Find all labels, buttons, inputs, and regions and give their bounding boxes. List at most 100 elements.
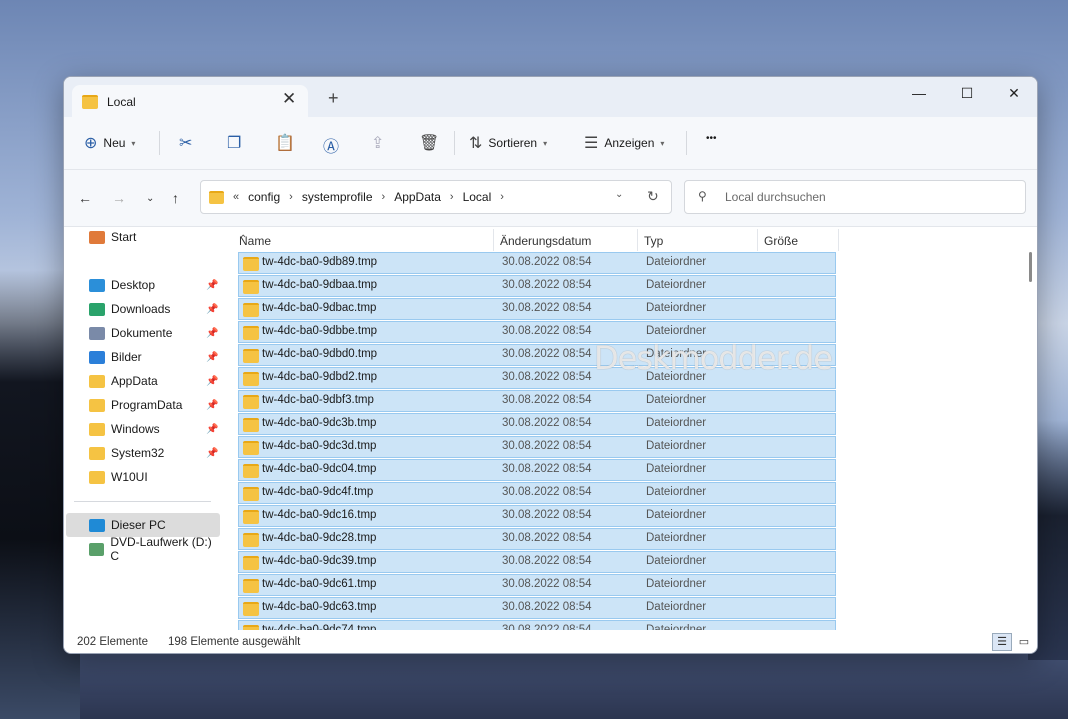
overflow-icon[interactable]: « [233,191,239,203]
file-name: tw-4dc-ba0-9dc04.tmp [262,463,377,475]
recent-chevron-icon[interactable]: ⌄ [146,193,154,204]
column-header-size[interactable]: Größe [758,229,839,251]
watermark: Deskmodder.de [594,339,833,377]
divider [159,131,160,155]
sidebar-item-dvd-drive[interactable]: DVD-Laufwerk (D:) C [89,535,219,563]
folder-icon [243,602,259,616]
up-arrow-icon[interactable]: ↑ [172,190,179,206]
file-type: Dateiordner [646,578,707,590]
column-label: Typ [644,234,664,248]
table-row[interactable]: tw-4dc-ba0-9dbf3.tmp 30.08.2022 08:54 Date… [238,390,836,412]
table-row[interactable]: tw-4dc-ba0-9dbac.tmp 30.08.2022 08:54 Date… [238,298,836,320]
rename-button[interactable]: Ⓐ [323,133,339,157]
sidebar-item-desktop[interactable]: Desktop 📌 [89,275,219,295]
folder-icon [243,280,259,294]
table-row[interactable]: tw-4dc-ba0-9db89.tmp 30.08.2022 08:54 Date… [238,252,836,274]
column-header-date[interactable]: Änderungsdatum [494,229,638,251]
file-type: Dateiordner [646,532,707,544]
address-bar[interactable]: « config › systemprofile › AppData › Loc… [200,180,672,214]
sidebar-item-windows[interactable]: Windows 📌 [89,419,219,439]
tab-local[interactable]: Local ✕ [72,85,308,119]
new-tab-button[interactable]: + [328,89,339,107]
file-name: tw-4dc-ba0-9dbac.tmp [262,302,377,314]
file-name: tw-4dc-ba0-9dc39.tmp [262,555,377,567]
forward-arrow-icon[interactable]: → [112,190,126,206]
file-type: Dateiordner [646,256,707,268]
back-arrow-icon[interactable]: ← [78,190,92,206]
new-button[interactable]: ⊕ Neu ▾ [84,133,135,153]
vertical-scrollbar-thumb[interactable] [1029,252,1032,282]
breadcrumb-systemprofile[interactable]: systemprofile [302,190,373,204]
command-bar: ⊕ Neu ▾ ✂ ❐ 📋 Ⓐ ⇪ 🗑 ⇅ Sortieren ▾ ☰ Anze… [64,117,1037,170]
sidebar-item-start[interactable]: Start [89,227,219,247]
details-view-icon[interactable]: ☰ [992,633,1012,651]
tab-close-icon[interactable]: ✕ [282,90,296,107]
navigation-bar: ← → ⌄ ↑ « config › systemprofile › AppDa… [64,170,1037,227]
more-options-button[interactable]: ••• [706,133,717,144]
view-button[interactable]: ☰ Anzeigen ▾ [584,133,664,153]
tab-title: Local [107,95,136,109]
table-row[interactable]: tw-4dc-ba0-9dc3d.tmp 30.08.2022 08:54 Date… [238,436,836,458]
pin-icon[interactable]: 📌 [206,352,218,363]
divider [454,131,455,155]
chevron-down-icon: ▾ [660,138,665,148]
computer-icon [89,518,105,532]
sidebar-item-system32[interactable]: System32 📌 [89,443,219,463]
file-name: tw-4dc-ba0-9dc63.tmp [262,601,377,613]
pin-icon[interactable]: 📌 [206,376,218,387]
table-row[interactable]: tw-4dc-ba0-9dc28.tmp 30.08.2022 08:54 Date… [238,528,836,550]
file-type: Dateiordner [646,440,707,452]
folder-icon [89,398,105,412]
table-row[interactable]: tw-4dc-ba0-9dc4f.tmp 30.08.2022 08:54 Date… [238,482,836,504]
file-date: 30.08.2022 08:54 [502,394,592,406]
sidebar-item-this-pc[interactable]: Dieser PC [89,515,219,535]
file-date: 30.08.2022 08:54 [502,555,592,567]
sort-button[interactable]: ⇅ Sortieren ▾ [469,133,547,153]
share-button[interactable]: ⇪ [371,133,384,153]
column-label: Größe [764,234,799,248]
delete-button[interactable]: 🗑 [419,133,439,153]
chevron-down-icon: ▾ [543,138,548,148]
sidebar-item-downloads[interactable]: Downloads 📌 [89,299,219,319]
sidebar-item-dokumente[interactable]: Dokumente 📌 [89,323,219,343]
pin-icon[interactable]: 📌 [206,304,218,315]
pin-icon[interactable]: 📌 [206,424,218,435]
cut-button[interactable]: ✂ [179,133,192,153]
minimize-button[interactable]: — [909,85,929,101]
pin-icon[interactable]: 📌 [206,328,218,339]
sidebar-item-appdata[interactable]: AppData 📌 [89,371,219,391]
table-row[interactable]: tw-4dc-ba0-9dc63.tmp 30.08.2022 08:54 Date… [238,597,836,619]
column-header-type[interactable]: Typ [638,229,758,251]
close-button[interactable]: ✕ [1004,85,1024,102]
table-row[interactable]: tw-4dc-ba0-9dc61.tmp 30.08.2022 08:54 Date… [238,574,836,596]
breadcrumb-appdata[interactable]: AppData [394,190,441,204]
folder-icon [82,95,98,109]
selection-count: 198 Elemente ausgewählt [168,636,301,648]
sidebar-item-bilder[interactable]: Bilder 📌 [89,347,219,367]
folder-icon [243,326,259,340]
table-row[interactable]: tw-4dc-ba0-9dc04.tmp 30.08.2022 08:54 Date… [238,459,836,481]
column-header-name[interactable]: Name ⌃ [233,229,494,251]
sort-label: Sortieren [488,136,538,150]
folder-icon [243,579,259,593]
view-label: Anzeigen [604,136,655,150]
tiles-view-icon[interactable]: ▭ [1014,633,1034,651]
pin-icon[interactable]: 📌 [206,400,218,411]
refresh-icon[interactable]: ↻ [647,188,659,205]
breadcrumb-local[interactable]: Local [463,190,492,204]
copy-button[interactable]: ❐ [227,133,241,153]
maximize-button[interactable]: ☐ [957,85,977,102]
pin-icon[interactable]: 📌 [206,280,218,291]
table-row[interactable]: tw-4dc-ba0-9dbaa.tmp 30.08.2022 08:54 Date… [238,275,836,297]
pin-icon[interactable]: 📌 [206,448,218,459]
share-icon: ⇪ [371,135,385,152]
sidebar-item-programdata[interactable]: ProgramData 📌 [89,395,219,415]
table-row[interactable]: tw-4dc-ba0-9dc16.tmp 30.08.2022 08:54 Date… [238,505,836,527]
search-box[interactable]: ⚲ Local durchsuchen [684,180,1026,214]
table-row[interactable]: tw-4dc-ba0-9dc39.tmp 30.08.2022 08:54 Date… [238,551,836,573]
sidebar-item-w10ui[interactable]: W10UI [89,467,219,487]
table-row[interactable]: tw-4dc-ba0-9dc3b.tmp 30.08.2022 08:54 Date… [238,413,836,435]
paste-button[interactable]: 📋 [275,133,295,153]
address-dropdown-icon[interactable]: ⌄ [615,189,623,200]
breadcrumb-config[interactable]: config [248,190,280,204]
